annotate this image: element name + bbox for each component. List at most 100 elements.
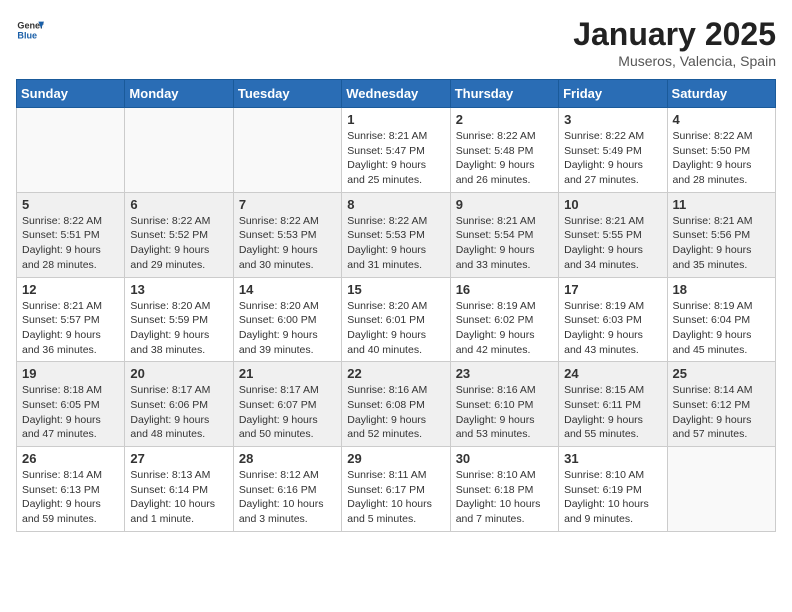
day-info: Sunrise: 8:19 AM Sunset: 6:03 PM Dayligh… — [564, 299, 661, 358]
day-number: 30 — [456, 451, 553, 466]
calendar-day-cell: 31 Sunrise: 8:10 AM Sunset: 6:19 PM Dayli… — [559, 447, 667, 532]
calendar-day-cell: 6 Sunrise: 8:22 AM Sunset: 5:52 PM Daylig… — [125, 192, 233, 277]
day-info: Sunrise: 8:19 AM Sunset: 6:02 PM Dayligh… — [456, 299, 553, 358]
day-number: 10 — [564, 197, 661, 212]
weekday-header-tuesday: Tuesday — [233, 80, 341, 108]
location: Museros, Valencia, Spain — [573, 53, 776, 69]
day-info: Sunrise: 8:20 AM Sunset: 6:00 PM Dayligh… — [239, 299, 336, 358]
calendar-day-cell — [17, 108, 125, 193]
calendar-day-cell: 16 Sunrise: 8:19 AM Sunset: 6:02 PM Dayli… — [450, 277, 558, 362]
day-info: Sunrise: 8:14 AM Sunset: 6:12 PM Dayligh… — [673, 383, 770, 442]
day-number: 28 — [239, 451, 336, 466]
day-info: Sunrise: 8:22 AM Sunset: 5:48 PM Dayligh… — [456, 129, 553, 188]
calendar-day-cell: 17 Sunrise: 8:19 AM Sunset: 6:03 PM Dayli… — [559, 277, 667, 362]
day-number: 7 — [239, 197, 336, 212]
day-info: Sunrise: 8:18 AM Sunset: 6:05 PM Dayligh… — [22, 383, 119, 442]
calendar-day-cell: 24Sunrise: 8:15 AM Sunset: 6:11 PM Dayli… — [559, 362, 667, 447]
day-number: 1 — [347, 112, 444, 127]
calendar-day-cell: 27 Sunrise: 8:13 AM Sunset: 6:14 PM Dayli… — [125, 447, 233, 532]
calendar-day-cell: 4 Sunrise: 8:22 AM Sunset: 5:50 PM Daylig… — [667, 108, 775, 193]
day-number: 4 — [673, 112, 770, 127]
calendar-week-row: 5 Sunrise: 8:22 AM Sunset: 5:51 PM Daylig… — [17, 192, 776, 277]
day-info: Sunrise: 8:19 AM Sunset: 6:04 PM Dayligh… — [673, 299, 770, 358]
day-number: 27 — [130, 451, 227, 466]
weekday-header-row: SundayMondayTuesdayWednesdayThursdayFrid… — [17, 80, 776, 108]
calendar-day-cell: 25 Sunrise: 8:14 AM Sunset: 6:12 PM Dayli… — [667, 362, 775, 447]
day-number: 15 — [347, 282, 444, 297]
day-info: Sunrise: 8:20 AM Sunset: 5:59 PM Dayligh… — [130, 299, 227, 358]
day-info: Sunrise: 8:21 AM Sunset: 5:47 PM Dayligh… — [347, 129, 444, 188]
day-info: Sunrise: 8:16 AM Sunset: 6:08 PM Dayligh… — [347, 383, 444, 442]
day-number: 16 — [456, 282, 553, 297]
day-info: Sunrise: 8:22 AM Sunset: 5:53 PM Dayligh… — [239, 214, 336, 273]
calendar-day-cell: 14 Sunrise: 8:20 AM Sunset: 6:00 PM Dayli… — [233, 277, 341, 362]
day-number: 11 — [673, 197, 770, 212]
calendar-day-cell: 20 Sunrise: 8:17 AM Sunset: 6:06 PM Dayli… — [125, 362, 233, 447]
calendar-day-cell: 13 Sunrise: 8:20 AM Sunset: 5:59 PM Dayli… — [125, 277, 233, 362]
day-number: 13 — [130, 282, 227, 297]
day-info: Sunrise: 8:17 AM Sunset: 6:07 PM Dayligh… — [239, 383, 336, 442]
day-info: Sunrise: 8:10 AM Sunset: 6:19 PM Dayligh… — [564, 468, 661, 527]
page-header: General Blue January 2025 Museros, Valen… — [16, 16, 776, 69]
day-number: 24 — [564, 366, 661, 381]
day-info: Sunrise: 8:21 AM Sunset: 5:54 PM Dayligh… — [456, 214, 553, 273]
calendar-table: SundayMondayTuesdayWednesdayThursdayFrid… — [16, 79, 776, 532]
calendar-day-cell — [233, 108, 341, 193]
calendar-day-cell: 18 Sunrise: 8:19 AM Sunset: 6:04 PM Dayli… — [667, 277, 775, 362]
day-number: 3 — [564, 112, 661, 127]
title-block: January 2025 Museros, Valencia, Spain — [573, 16, 776, 69]
day-info: Sunrise: 8:22 AM Sunset: 5:50 PM Dayligh… — [673, 129, 770, 188]
day-info: Sunrise: 8:13 AM Sunset: 6:14 PM Dayligh… — [130, 468, 227, 527]
calendar-day-cell: 29 Sunrise: 8:11 AM Sunset: 6:17 PM Dayli… — [342, 447, 450, 532]
calendar-day-cell — [125, 108, 233, 193]
calendar-day-cell: 23 Sunrise: 8:16 AM Sunset: 6:10 PM Dayli… — [450, 362, 558, 447]
calendar-day-cell: 10 Sunrise: 8:21 AM Sunset: 5:55 PM Dayli… — [559, 192, 667, 277]
day-info: Sunrise: 8:17 AM Sunset: 6:06 PM Dayligh… — [130, 383, 227, 442]
calendar-day-cell: 22Sunrise: 8:16 AM Sunset: 6:08 PM Dayli… — [342, 362, 450, 447]
day-info: Sunrise: 8:11 AM Sunset: 6:17 PM Dayligh… — [347, 468, 444, 527]
calendar-day-cell: 3 Sunrise: 8:22 AM Sunset: 5:49 PM Daylig… — [559, 108, 667, 193]
calendar-day-cell: 12Sunrise: 8:21 AM Sunset: 5:57 PM Dayli… — [17, 277, 125, 362]
calendar-day-cell: 5 Sunrise: 8:22 AM Sunset: 5:51 PM Daylig… — [17, 192, 125, 277]
day-info: Sunrise: 8:22 AM Sunset: 5:49 PM Dayligh… — [564, 129, 661, 188]
day-number: 29 — [347, 451, 444, 466]
day-number: 31 — [564, 451, 661, 466]
day-info: Sunrise: 8:22 AM Sunset: 5:53 PM Dayligh… — [347, 214, 444, 273]
day-info: Sunrise: 8:21 AM Sunset: 5:55 PM Dayligh… — [564, 214, 661, 273]
day-number: 5 — [22, 197, 119, 212]
day-number: 9 — [456, 197, 553, 212]
day-info: Sunrise: 8:10 AM Sunset: 6:18 PM Dayligh… — [456, 468, 553, 527]
calendar-week-row: 12Sunrise: 8:21 AM Sunset: 5:57 PM Dayli… — [17, 277, 776, 362]
weekday-header-sunday: Sunday — [17, 80, 125, 108]
calendar-week-row: 26 Sunrise: 8:14 AM Sunset: 6:13 PM Dayli… — [17, 447, 776, 532]
day-number: 20 — [130, 366, 227, 381]
calendar-day-cell: 9 Sunrise: 8:21 AM Sunset: 5:54 PM Daylig… — [450, 192, 558, 277]
day-number: 8 — [347, 197, 444, 212]
calendar-day-cell: 7 Sunrise: 8:22 AM Sunset: 5:53 PM Daylig… — [233, 192, 341, 277]
day-info: Sunrise: 8:22 AM Sunset: 5:51 PM Dayligh… — [22, 214, 119, 273]
day-number: 6 — [130, 197, 227, 212]
weekday-header-wednesday: Wednesday — [342, 80, 450, 108]
weekday-header-friday: Friday — [559, 80, 667, 108]
day-number: 2 — [456, 112, 553, 127]
weekday-header-saturday: Saturday — [667, 80, 775, 108]
month-title: January 2025 — [573, 16, 776, 53]
day-number: 14 — [239, 282, 336, 297]
day-number: 12 — [22, 282, 119, 297]
day-number: 17 — [564, 282, 661, 297]
calendar-day-cell: 26 Sunrise: 8:14 AM Sunset: 6:13 PM Dayli… — [17, 447, 125, 532]
weekday-header-monday: Monday — [125, 80, 233, 108]
day-number: 23 — [456, 366, 553, 381]
day-info: Sunrise: 8:12 AM Sunset: 6:16 PM Dayligh… — [239, 468, 336, 527]
day-number: 19 — [22, 366, 119, 381]
day-number: 26 — [22, 451, 119, 466]
day-info: Sunrise: 8:14 AM Sunset: 6:13 PM Dayligh… — [22, 468, 119, 527]
day-info: Sunrise: 8:22 AM Sunset: 5:52 PM Dayligh… — [130, 214, 227, 273]
svg-text:Blue: Blue — [17, 30, 37, 40]
day-number: 25 — [673, 366, 770, 381]
day-number: 18 — [673, 282, 770, 297]
day-info: Sunrise: 8:16 AM Sunset: 6:10 PM Dayligh… — [456, 383, 553, 442]
day-info: Sunrise: 8:21 AM Sunset: 5:56 PM Dayligh… — [673, 214, 770, 273]
calendar-day-cell: 28 Sunrise: 8:12 AM Sunset: 6:16 PM Dayli… — [233, 447, 341, 532]
calendar-day-cell: 1 Sunrise: 8:21 AM Sunset: 5:47 PM Daylig… — [342, 108, 450, 193]
